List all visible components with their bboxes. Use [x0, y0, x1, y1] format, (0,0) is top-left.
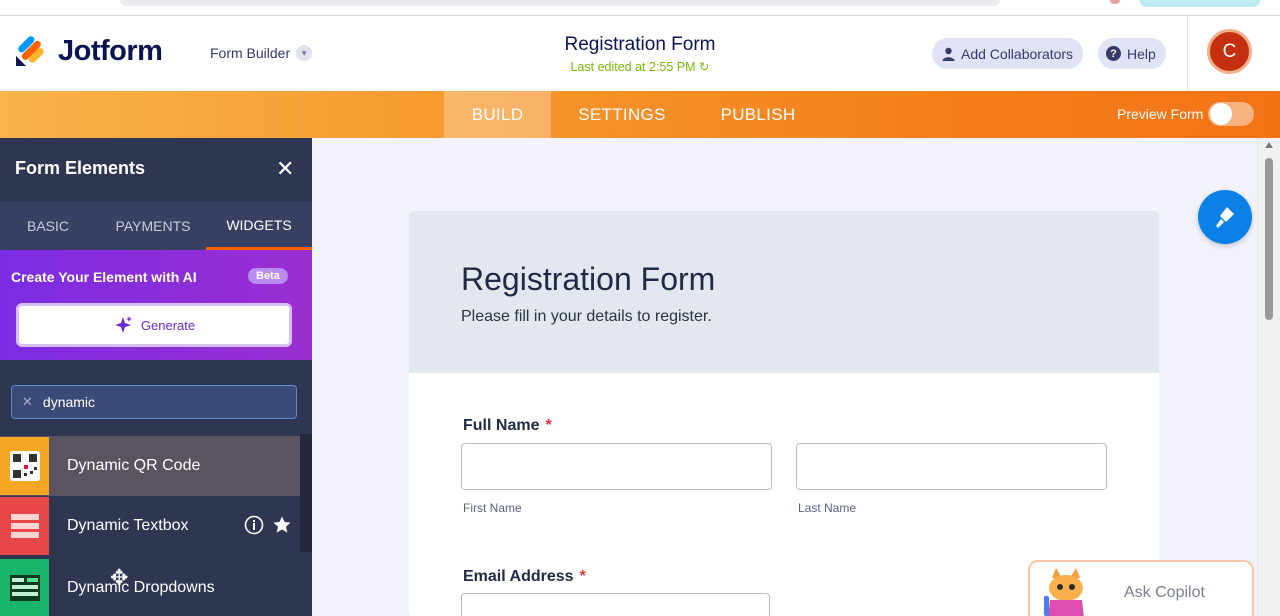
user-icon	[942, 47, 955, 61]
refresh-icon: ↻	[699, 60, 710, 74]
full-name-label: Full Name	[463, 417, 540, 434]
form-heading[interactable]: Registration Form	[461, 261, 715, 298]
search-value: dynamic	[42, 394, 96, 410]
clear-search-icon[interactable]: ✕	[22, 394, 33, 410]
last-edited-status: Last edited at 2:55 PM ↻	[0, 59, 1280, 74]
form-builder-menu[interactable]: Form Builder ▾	[210, 45, 313, 61]
qr-code-icon	[0, 437, 49, 495]
add-collaborators-label: Add Collaborators	[961, 45, 1074, 62]
help-label: Help	[1127, 45, 1156, 62]
element-search-input[interactable]: ✕ dynamic	[11, 385, 297, 419]
sidebar-scrollbar[interactable]	[300, 434, 312, 552]
help-icon: ?	[1106, 46, 1121, 61]
sparkle-icon	[114, 316, 132, 333]
email-question-label[interactable]: Email Address *	[463, 568, 586, 586]
email-field[interactable]	[461, 593, 770, 616]
ask-copilot-label: Ask Copilot	[1124, 584, 1205, 601]
move-cursor-icon: ✥	[110, 565, 129, 590]
last-edited-text: Last edited at 2:55 PM	[570, 60, 696, 74]
full-name-question-label[interactable]: Full Name *	[463, 417, 552, 435]
jotform-logo-icon	[14, 34, 46, 68]
form-header[interactable]: Registration Form Please fill in your de…	[409, 211, 1159, 373]
list-item-dynamic-dropdowns[interactable]: Dynamic Dropdowns	[0, 558, 300, 616]
item-actions	[244, 515, 292, 540]
preview-form-label: Preview Form	[1117, 106, 1204, 122]
generate-label: Generate	[140, 317, 196, 333]
form-title-block: Registration Form Last edited at 2:55 PM…	[0, 34, 1280, 74]
scroll-up-arrow-icon[interactable]	[1265, 142, 1273, 148]
chevron-down-icon: ▾	[296, 45, 313, 61]
browser-indicator	[1110, 0, 1120, 4]
paint-roller-icon	[1216, 207, 1234, 228]
list-item-label: Dynamic Textbox	[67, 517, 189, 534]
last-name-sublabel: Last Name	[798, 501, 857, 515]
user-avatar[interactable]: C	[1207, 29, 1252, 74]
list-item-dynamic-qr-code[interactable]: Dynamic QR Code	[0, 436, 300, 496]
tab-widgets[interactable]: WIDGETS	[206, 202, 312, 250]
first-name-sublabel: First Name	[463, 501, 522, 515]
form-elements-panel: Form Elements ✕ BASIC PAYMENTS WIDGETS C…	[0, 138, 312, 616]
app-header: Jotform Form Builder ▾ Registration Form…	[0, 16, 1280, 91]
browser-top-strip	[0, 0, 1280, 16]
ai-title: Create Your Element with AI	[11, 269, 197, 285]
jotform-logo[interactable]: Jotform	[14, 34, 163, 68]
element-tabs: BASIC PAYMENTS WIDGETS	[0, 202, 312, 250]
scrollbar-thumb[interactable]	[1265, 158, 1273, 320]
tab-basic[interactable]: BASIC	[0, 202, 96, 250]
star-icon[interactable]	[272, 515, 292, 540]
email-label: Email Address	[463, 568, 574, 585]
ask-copilot-button[interactable]: Ask Copilot	[1028, 560, 1254, 616]
textbox-icon	[0, 497, 49, 555]
header-divider	[1187, 16, 1188, 91]
required-mark: *	[545, 417, 552, 434]
required-mark: *	[579, 568, 586, 585]
tab-settings[interactable]: SETTINGS	[568, 91, 676, 138]
list-item-dynamic-textbox[interactable]: Dynamic Textbox	[0, 496, 300, 556]
builder-nav-bar: BUILD SETTINGS PUBLISH Preview Form	[0, 91, 1280, 138]
brand-name: Jotform	[58, 34, 163, 67]
beta-badge: Beta	[248, 268, 288, 284]
browser-action-pill[interactable]	[1140, 0, 1260, 7]
close-icon[interactable]: ✕	[276, 156, 294, 182]
form-subheading[interactable]: Please fill in your details to register.	[461, 308, 712, 326]
form-builder-label: Form Builder	[210, 45, 291, 61]
ai-element-box: Create Your Element with AI Beta Generat…	[0, 250, 312, 360]
page-scrollbar[interactable]	[1257, 138, 1280, 616]
generate-button[interactable]: Generate	[16, 303, 292, 347]
tab-build[interactable]: BUILD	[444, 91, 551, 138]
toggle-knob	[1210, 103, 1232, 125]
tab-payments[interactable]: PAYMENTS	[104, 202, 202, 250]
form-designer-button[interactable]	[1198, 190, 1252, 244]
preview-form-toggle[interactable]	[1208, 102, 1254, 126]
tab-publish[interactable]: PUBLISH	[712, 91, 804, 138]
add-collaborators-button[interactable]: Add Collaborators	[932, 38, 1084, 69]
help-button[interactable]: ? Help	[1098, 38, 1166, 69]
list-item-label: Dynamic QR Code	[67, 457, 201, 474]
header-form-title: Registration Form	[564, 34, 716, 55]
form-card: Registration Form Please fill in your de…	[409, 211, 1159, 616]
browser-address-bar[interactable]	[120, 0, 1000, 6]
last-name-field[interactable]	[796, 443, 1107, 490]
copilot-mascot-icon	[1044, 568, 1084, 616]
panel-title: Form Elements	[15, 158, 146, 178]
info-icon[interactable]	[244, 515, 264, 540]
list-item-label: Dynamic Dropdowns	[67, 579, 215, 596]
dropdown-icon	[0, 559, 49, 616]
first-name-field[interactable]	[461, 443, 772, 490]
